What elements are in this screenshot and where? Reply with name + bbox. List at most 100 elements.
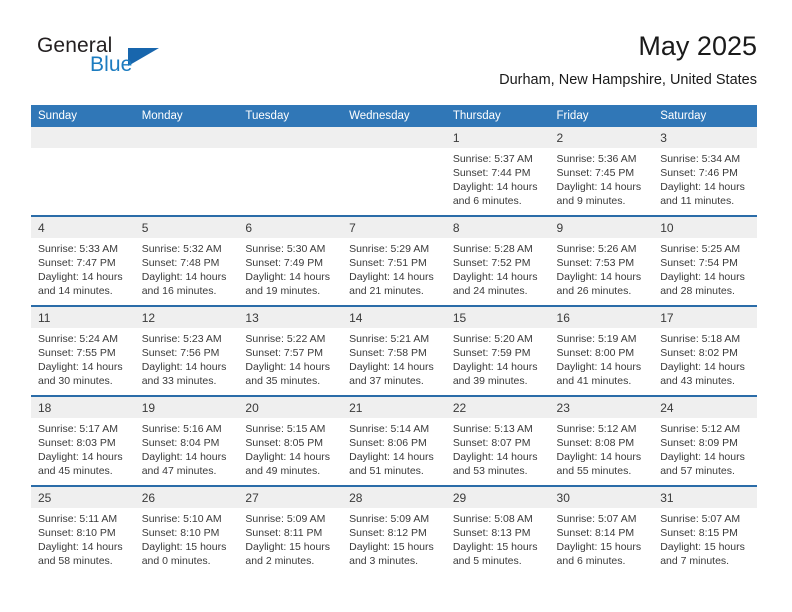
day-details: Sunrise: 5:37 AM Sunset: 7:44 PM Daylight:… [446,148,550,208]
sunrise-text: Sunrise: 5:07 AM [660,513,741,525]
calendar-day-cell[interactable]: 13 Sunrise: 5:22 AM Sunset: 7:57 PM Dayligh… [238,305,343,396]
calendar-day-cell[interactable]: 10 Sunrise: 5:25 AM Sunset: 7:54 PM Dayligh… [653,215,757,306]
day-number: 22 [445,397,550,418]
calendar-day-cell[interactable]: 31 Sunrise: 5:07 AM Sunset: 8:15 PM Dayligh… [653,485,757,575]
day-number: 8 [445,217,550,238]
calendar-day-cell[interactable]: 29 Sunrise: 5:08 AM Sunset: 8:13 PM Dayligh… [445,485,550,575]
day-number: 6 [238,217,343,238]
day-details: Sunrise: 5:26 AM Sunset: 7:53 PM Daylight:… [550,238,654,298]
calendar-day-cell[interactable]: 28 Sunrise: 5:09 AM Sunset: 8:12 PM Dayligh… [342,485,446,575]
day-number: 21 [342,397,446,418]
daylight-text: Daylight: 15 hours and 0 minutes. [141,541,227,568]
weekday-header-sunday: Sunday [31,105,135,127]
sunrise-text: Sunrise: 5:19 AM [556,333,637,345]
sunset-text: Sunset: 7:47 PM [38,257,116,270]
day-details: Sunrise: 5:30 AM Sunset: 7:49 PM Daylight:… [238,238,342,298]
day-details: Sunrise: 5:10 AM Sunset: 8:10 PM Daylight:… [135,508,239,568]
calendar-day-cell[interactable]: 20 Sunrise: 5:15 AM Sunset: 8:05 PM Dayligh… [238,395,343,486]
sunrise-text: Sunrise: 5:10 AM [141,513,222,525]
day-details [238,148,342,153]
sunrise-text: Sunrise: 5:18 AM [660,333,741,345]
calendar-day-cell[interactable]: 5 Sunrise: 5:32 AM Sunset: 7:48 PM Daylight… [134,215,239,306]
sunrise-text: Sunrise: 5:23 AM [141,333,222,345]
day-details: Sunrise: 5:21 AM Sunset: 7:58 PM Daylight:… [342,328,446,388]
sunrise-text: Sunrise: 5:34 AM [660,153,741,165]
sunrise-text: Sunrise: 5:15 AM [245,423,326,435]
sunset-text: Sunset: 7:52 PM [452,257,531,270]
calendar-page: General Blue May 2025 Durham, New Hampsh… [0,0,792,612]
sunrise-text: Sunrise: 5:13 AM [452,423,533,435]
calendar-day-cell[interactable]: 1 Sunrise: 5:37 AM Sunset: 7:44 PM Daylight… [445,127,550,216]
day-number: 28 [342,487,446,508]
sunset-text: Sunset: 8:13 PM [452,527,531,540]
sunset-text: Sunset: 7:48 PM [141,257,220,270]
calendar-day-cell[interactable]: 18 Sunrise: 5:17 AM Sunset: 8:03 PM Dayligh… [31,395,135,486]
daylight-text: Daylight: 14 hours and 28 minutes. [660,271,745,298]
day-number: 18 [31,397,135,418]
calendar-day-cell[interactable]: 14 Sunrise: 5:21 AM Sunset: 7:58 PM Dayligh… [342,305,446,396]
weekday-header-row: Sunday Monday Tuesday Wednesday Thursday… [31,105,757,127]
day-number: 17 [653,307,757,328]
calendar-day-cell[interactable]: 9 Sunrise: 5:26 AM Sunset: 7:53 PM Daylight… [549,215,654,306]
day-number: 31 [653,487,757,508]
calendar-day-cell[interactable]: 15 Sunrise: 5:20 AM Sunset: 7:59 PM Dayligh… [445,305,550,396]
calendar-week-row: 25 Sunrise: 5:11 AM Sunset: 8:10 PM Dayligh… [31,485,757,575]
sunrise-text: Sunrise: 5:24 AM [38,333,118,345]
calendar-day-cell[interactable]: 21 Sunrise: 5:14 AM Sunset: 8:06 PM Dayligh… [342,395,446,486]
sunset-text: Sunset: 8:10 PM [141,527,220,540]
sunset-text: Sunset: 8:00 PM [556,347,635,360]
sunset-text: Sunset: 8:14 PM [556,527,635,540]
sunset-text: Sunset: 8:06 PM [349,437,427,450]
calendar-day-cell[interactable]: 25 Sunrise: 5:11 AM Sunset: 8:10 PM Dayligh… [31,485,135,575]
calendar-day-cell[interactable]: 26 Sunrise: 5:10 AM Sunset: 8:10 PM Dayligh… [134,485,239,575]
calendar-day-cell[interactable]: 3 Sunrise: 5:34 AM Sunset: 7:46 PM Daylight… [653,127,757,216]
calendar-day-cell[interactable]: 22 Sunrise: 5:13 AM Sunset: 8:07 PM Dayligh… [445,395,550,486]
day-number [134,127,239,148]
page-title: May 2025 [638,31,757,61]
day-details: Sunrise: 5:24 AM Sunset: 7:55 PM Daylight:… [31,328,135,388]
sunrise-text: Sunrise: 5:36 AM [556,153,637,165]
calendar-day-cell[interactable]: 2 Sunrise: 5:36 AM Sunset: 7:45 PM Daylight… [549,127,654,216]
daylight-text: Daylight: 14 hours and 45 minutes. [38,451,123,478]
calendar-week-row: 4 Sunrise: 5:33 AM Sunset: 7:47 PM Daylight… [31,215,757,306]
day-number: 15 [445,307,550,328]
day-details: Sunrise: 5:07 AM Sunset: 8:14 PM Daylight:… [550,508,654,568]
day-number: 5 [134,217,239,238]
calendar-day-cell[interactable]: 27 Sunrise: 5:09 AM Sunset: 8:11 PM Dayligh… [238,485,343,575]
calendar-week-row: 11 Sunrise: 5:24 AM Sunset: 7:55 PM Dayligh… [31,305,757,396]
calendar-day-cell[interactable]: 4 Sunrise: 5:33 AM Sunset: 7:47 PM Daylight… [31,215,135,306]
day-number: 25 [31,487,135,508]
calendar-body: 1 Sunrise: 5:37 AM Sunset: 7:44 PM Daylight… [31,127,757,575]
sunset-text: Sunset: 7:51 PM [349,257,427,270]
daylight-text: Daylight: 14 hours and 14 minutes. [38,271,123,298]
sunset-text: Sunset: 7:44 PM [452,167,531,180]
day-number: 10 [653,217,757,238]
calendar-day-cell[interactable]: 12 Sunrise: 5:23 AM Sunset: 7:56 PM Dayligh… [134,305,239,396]
calendar-day-cell[interactable]: 11 Sunrise: 5:24 AM Sunset: 7:55 PM Dayligh… [31,305,135,396]
sunrise-text: Sunrise: 5:17 AM [38,423,118,435]
calendar-day-cell-empty [238,127,343,216]
daylight-text: Daylight: 14 hours and 51 minutes. [349,451,434,478]
daylight-text: Daylight: 15 hours and 2 minutes. [245,541,331,568]
calendar-day-cell[interactable]: 24 Sunrise: 5:12 AM Sunset: 8:09 PM Dayligh… [653,395,757,486]
calendar-day-cell[interactable]: 7 Sunrise: 5:29 AM Sunset: 7:51 PM Daylight… [342,215,446,306]
calendar-day-cell[interactable]: 17 Sunrise: 5:18 AM Sunset: 8:02 PM Dayligh… [653,305,757,396]
sunset-text: Sunset: 8:11 PM [245,527,323,540]
calendar-day-cell[interactable]: 19 Sunrise: 5:16 AM Sunset: 8:04 PM Dayligh… [134,395,239,486]
day-details [31,148,135,153]
day-details: Sunrise: 5:22 AM Sunset: 7:57 PM Daylight:… [238,328,342,388]
sunrise-text: Sunrise: 5:21 AM [349,333,430,345]
day-details: Sunrise: 5:16 AM Sunset: 8:04 PM Daylight:… [135,418,239,478]
calendar-day-cell[interactable]: 6 Sunrise: 5:30 AM Sunset: 7:49 PM Daylight… [238,215,343,306]
calendar-day-cell[interactable]: 30 Sunrise: 5:07 AM Sunset: 8:14 PM Dayligh… [549,485,654,575]
sunset-text: Sunset: 8:04 PM [141,437,220,450]
day-details: Sunrise: 5:09 AM Sunset: 8:12 PM Daylight:… [342,508,446,568]
day-details: Sunrise: 5:14 AM Sunset: 8:06 PM Daylight:… [342,418,446,478]
sunset-text: Sunset: 7:45 PM [556,167,635,180]
day-details: Sunrise: 5:36 AM Sunset: 7:45 PM Daylight:… [550,148,654,208]
calendar-day-cell[interactable]: 23 Sunrise: 5:12 AM Sunset: 8:08 PM Dayligh… [549,395,654,486]
sunrise-text: Sunrise: 5:16 AM [141,423,222,435]
calendar-day-cell[interactable]: 16 Sunrise: 5:19 AM Sunset: 8:00 PM Dayligh… [549,305,654,396]
calendar-day-cell[interactable]: 8 Sunrise: 5:28 AM Sunset: 7:52 PM Daylight… [445,215,550,306]
month-calendar-table: Sunday Monday Tuesday Wednesday Thursday… [31,105,757,575]
